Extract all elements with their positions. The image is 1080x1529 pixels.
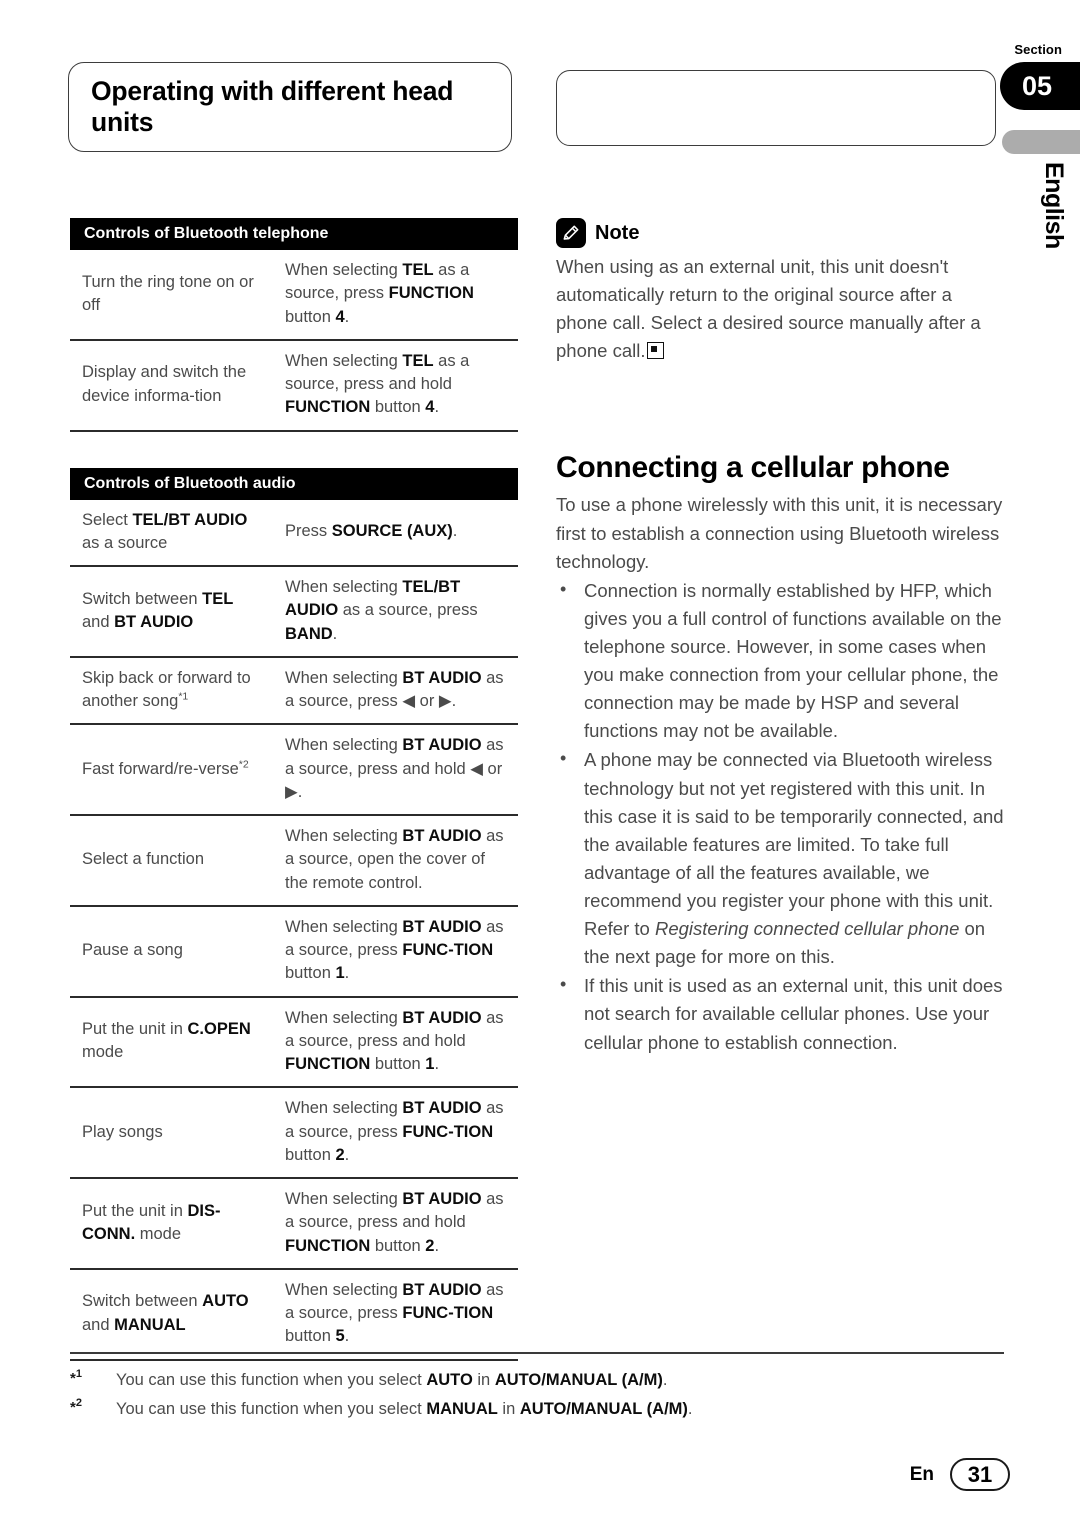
operation-cell: When selecting BT AUDIO as a source, pre… <box>275 996 518 1089</box>
section-intro: To use a phone wirelessly with this unit… <box>556 494 1003 572</box>
note-body: When using as an external unit, this uni… <box>556 253 1004 365</box>
note-block: Note When using as an external unit, thi… <box>556 218 1004 365</box>
action-cell: Display and switch the device informa-ti… <box>70 339 275 432</box>
bullet-item: Connection is normally established by HF… <box>556 576 1004 746</box>
page-title: Operating with different head units <box>91 76 454 137</box>
table-row: Put the unit in C.OPEN mode When selectin… <box>70 996 518 1089</box>
table-row: Skip back or forward to another song*1 Wh… <box>70 656 518 726</box>
bluetooth-audio-table: Controls of Bluetooth audio Select TEL/B… <box>70 467 518 1361</box>
table-row: Pause a song When selecting BT AUDIO as a… <box>70 905 518 998</box>
operation-cell: When selecting BT AUDIO as a source, pre… <box>275 724 518 816</box>
table-heading: Controls of Bluetooth audio <box>70 467 518 500</box>
section-heading: Connecting a cellular phone <box>556 451 950 485</box>
operation-cell: Press SOURCE (AUX). <box>275 499 518 567</box>
left-column: Controls of Bluetooth telephone Turn the… <box>70 218 518 1361</box>
action-cell: Put the unit in C.OPEN mode <box>70 996 275 1089</box>
table-row: Play songs When selecting BT AUDIO as a s… <box>70 1087 518 1179</box>
bullet-item: A phone may be connected via Bluetooth w… <box>556 745 1004 971</box>
controls-table: Turn the ring tone on or off When select… <box>70 250 518 432</box>
end-of-note-marker <box>647 342 665 360</box>
operation-cell: When selecting BT AUDIO as a source, ope… <box>275 815 518 907</box>
operation-cell: When selecting BT AUDIO as a source, pre… <box>275 1178 518 1270</box>
table-row: Fast forward/re-verse*2 When selecting BT… <box>70 724 518 816</box>
note-text: When using as an external unit, this uni… <box>556 256 981 362</box>
page-footer: En 31 <box>910 1458 1010 1491</box>
section-number: 05 <box>1021 70 1053 101</box>
action-cell: Fast forward/re-verse*2 <box>70 724 275 816</box>
action-cell: Play songs <box>70 1087 275 1179</box>
section-bullet-list: Connection is normally established by HF… <box>556 576 1004 1057</box>
action-cell: Skip back or forward to another song*1 <box>70 656 275 726</box>
operation-cell: When selecting BT AUDIO as a source, pre… <box>275 1087 518 1179</box>
note-header: Note <box>556 218 1004 248</box>
table-row: Display and switch the device informa-ti… <box>70 339 518 432</box>
table-heading: Controls of Bluetooth telephone <box>70 218 518 250</box>
action-cell: Select a function <box>70 815 275 907</box>
operation-cell: When selecting BT AUDIO as a source, pre… <box>275 656 518 726</box>
footnote-marker: *1 <box>70 1368 82 1388</box>
header-blank-box <box>556 70 996 146</box>
bluetooth-telephone-table: Controls of Bluetooth telephone Turn the… <box>70 218 518 432</box>
footnote-divider <box>70 1352 1004 1354</box>
manual-page: Operating with different head units Sect… <box>0 0 1080 1529</box>
operation-cell: When selecting BT AUDIO as a source, pre… <box>275 905 518 998</box>
pencil-icon <box>556 218 586 248</box>
operation-cell: When selecting TEL as a source, press an… <box>275 339 518 432</box>
operation-cell: When selecting BT AUDIO as a source, pre… <box>275 1268 518 1361</box>
action-cell: Put the unit in DIS-CONN. mode <box>70 1178 275 1270</box>
footnote-item: *1 You can use this function when you se… <box>70 1368 1004 1393</box>
table-row: Select a function When selecting BT AUDIO… <box>70 815 518 907</box>
footnote-text: You can use this function when you selec… <box>116 1399 693 1418</box>
footnote-text: You can use this function when you selec… <box>116 1371 668 1389</box>
language-code: En <box>909 1463 934 1485</box>
action-cell: Turn the ring tone on or off <box>70 250 275 341</box>
note-title: Note <box>595 221 640 244</box>
table-spacer <box>70 432 518 468</box>
controls-table: Select TEL/BT AUDIO as a source Press SOU… <box>70 499 518 1361</box>
operation-cell: When selecting TEL as a source, press FU… <box>275 250 518 341</box>
section-label: Section <box>1014 42 1062 57</box>
page-number: 31 <box>950 1458 1010 1491</box>
page-title-box: Operating with different head units <box>68 62 512 152</box>
language-label: English <box>1040 162 1068 249</box>
table-row: Put the unit in DIS-CONN. mode When selec… <box>70 1178 518 1270</box>
section-number-tab: 05 <box>1000 62 1080 110</box>
language-bar <box>1002 130 1080 154</box>
table-row: Select TEL/BT AUDIO as a source Press SOU… <box>70 499 518 567</box>
table-row: Switch between TEL and BT AUDIO When sele… <box>70 566 518 658</box>
action-cell: Switch between TEL and BT AUDIO <box>70 566 275 658</box>
table-row: Switch between AUTO and MANUAL When selec… <box>70 1268 518 1361</box>
footnote-item: *2 You can use this function when you se… <box>70 1397 1004 1422</box>
action-cell: Switch between AUTO and MANUAL <box>70 1268 275 1361</box>
bullet-item: If this unit is used as an external unit… <box>556 971 1004 1056</box>
page-header: Operating with different head units <box>68 62 1008 154</box>
right-column: Note When using as an external unit, thi… <box>556 218 1004 1057</box>
footnotes: *1 You can use this function when you se… <box>70 1352 1004 1426</box>
action-cell: Select TEL/BT AUDIO as a source <box>70 499 275 567</box>
footnote-marker: *2 <box>70 1396 82 1416</box>
table-row: Turn the ring tone on or off When select… <box>70 250 518 341</box>
operation-cell: When selecting TEL/BT AUDIO as a source,… <box>275 566 518 658</box>
action-cell: Pause a song <box>70 905 275 998</box>
